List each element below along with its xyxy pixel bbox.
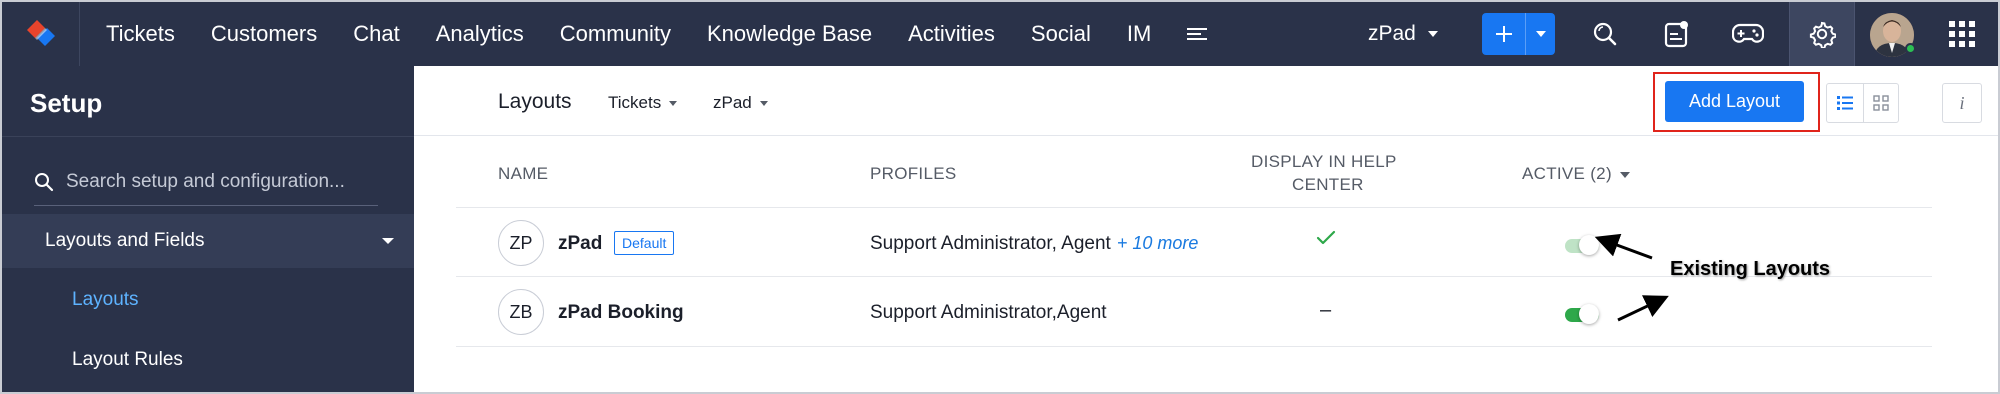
nav-analytics[interactable]: Analytics: [418, 2, 542, 66]
chevron-down-icon: [1427, 31, 1438, 37]
department-filter-label: Tickets: [608, 93, 662, 112]
column-header-name[interactable]: NAME: [498, 164, 548, 184]
portal-switcher[interactable]: zPad: [1368, 2, 1438, 66]
column-header-help-center-line1: DISPLAY IN HELP: [1251, 152, 1397, 171]
nav-social[interactable]: Social: [1013, 2, 1109, 66]
online-status-dot: [1905, 43, 1916, 54]
sidebar-group-label: Layouts and Fields: [45, 230, 205, 251]
nav-chat[interactable]: Chat: [335, 2, 417, 66]
divider: [2, 136, 414, 137]
portal-name: zPad: [1368, 22, 1416, 45]
app-logo-icon[interactable]: [2, 2, 80, 66]
quick-add-group: [1482, 13, 1555, 55]
more-menu-icon[interactable]: [1169, 2, 1227, 66]
layout-profiles: Support Administrator,Agent: [870, 302, 1107, 323]
nav-knowledge-base[interactable]: Knowledge Base: [689, 2, 890, 66]
page-title: Layouts: [498, 90, 572, 113]
view-toggle: [1826, 83, 1899, 123]
default-badge: Default: [614, 231, 675, 255]
sidebar-item-layouts[interactable]: Layouts: [72, 289, 139, 311]
annotation-arrows-icon: [1594, 233, 1669, 322]
more-profiles-link[interactable]: + 10 more: [1117, 233, 1199, 253]
portal-filter-label: zPad: [713, 93, 752, 112]
layout-initials-badge: ZP: [498, 220, 544, 266]
quick-add-dropdown[interactable]: [1526, 13, 1555, 55]
nav-activities[interactable]: Activities: [890, 2, 1013, 66]
nav-im[interactable]: IM: [1109, 2, 1169, 66]
layout-profiles-text: Support Administrator, Agent: [870, 233, 1111, 254]
chevron-down-icon: [759, 100, 768, 106]
nav-customers[interactable]: Customers: [193, 2, 335, 66]
list-view-icon[interactable]: [1827, 84, 1863, 122]
column-header-profiles[interactable]: PROFILES: [870, 164, 956, 184]
chevron-down-icon: [669, 100, 678, 106]
top-navigation-bar: Tickets Customers Chat Analytics Communi…: [2, 2, 1998, 66]
search-icon[interactable]: [1575, 2, 1635, 66]
annotation-label: Existing Layouts: [1670, 258, 1831, 280]
grid-view-icon[interactable]: [1862, 84, 1899, 122]
info-button[interactable]: i: [1942, 83, 1982, 123]
sidebar-group-layouts-and-fields[interactable]: Layouts and Fields: [2, 214, 414, 268]
layout-profiles: Support Administrator, Agent + 10 more: [870, 233, 1198, 255]
column-header-active-label: ACTIVE (2): [1522, 164, 1612, 183]
setup-search: [34, 158, 378, 206]
setup-sidebar: Setup Layouts and Fields Layouts Layout …: [2, 66, 414, 392]
main-nav: Tickets Customers Chat Analytics Communi…: [80, 2, 1227, 66]
department-filter[interactable]: Tickets: [608, 93, 678, 113]
chevron-down-icon: [1535, 31, 1546, 37]
column-header-help-center-line2: CENTER: [1292, 175, 1364, 194]
chevron-down-icon: [1619, 171, 1630, 178]
setup-search-input[interactable]: [66, 170, 366, 193]
layout-initials-badge: ZB: [498, 289, 544, 335]
sidebar-title: Setup: [30, 88, 103, 118]
divider: [456, 207, 1932, 208]
settings-gear-icon[interactable]: [1789, 2, 1855, 66]
gamification-controller-icon[interactable]: [1718, 2, 1778, 66]
plus-icon: [1495, 26, 1512, 42]
sidebar-item-layout-rules[interactable]: Layout Rules: [72, 349, 183, 371]
check-icon: [1316, 230, 1336, 251]
search-icon: [35, 172, 54, 191]
activity-feed-icon[interactable]: [1647, 2, 1707, 66]
apps-grid-icon[interactable]: [1932, 2, 1992, 66]
nav-community[interactable]: Community: [542, 2, 689, 66]
layout-name[interactable]: zPad: [558, 233, 602, 255]
app-frame: Tickets Customers Chat Analytics Communi…: [0, 0, 2000, 394]
divider: [456, 346, 1932, 347]
chevron-down-icon: [382, 238, 394, 244]
portal-filter[interactable]: zPad: [713, 93, 768, 113]
quick-add-button[interactable]: [1482, 13, 1526, 55]
help-center-dash: –: [1320, 299, 1332, 321]
layout-name[interactable]: zPad Booking: [558, 302, 684, 324]
column-header-active[interactable]: ACTIVE (2): [1522, 164, 1630, 184]
nav-tickets[interactable]: Tickets: [80, 2, 193, 66]
add-layout-button[interactable]: Add Layout: [1665, 81, 1804, 122]
